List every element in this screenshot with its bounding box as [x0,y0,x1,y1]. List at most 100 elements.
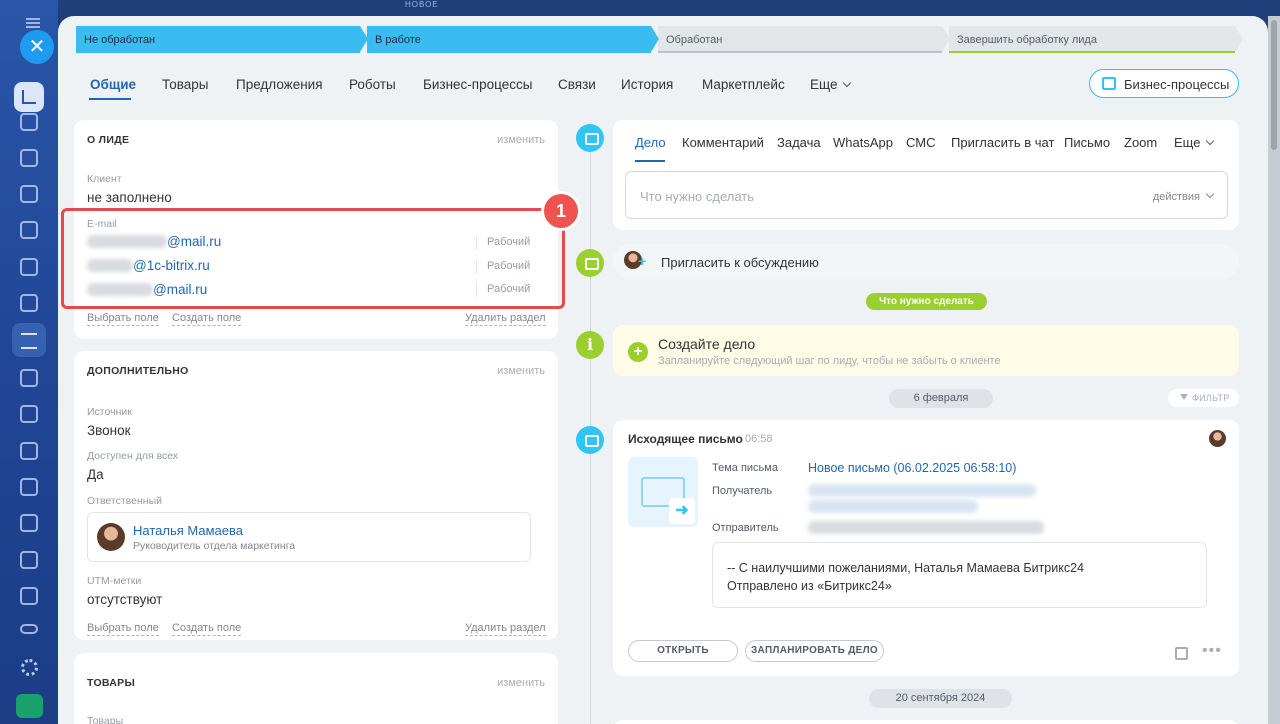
calendar-icon[interactable] [20,294,38,312]
documents-icon[interactable] [20,221,38,239]
chevron-down-icon [1206,136,1215,146]
note-icon[interactable] [1175,647,1188,660]
activity-editor: Дело Комментарий Задача WhatsApp СМС При… [613,120,1239,230]
invite-discussion[interactable]: + Пригласить к обсуждению [613,244,1239,279]
stage-in-work[interactable]: В работе [367,26,659,53]
id-card-icon[interactable] [20,514,38,532]
todo-placeholder: Что нужно сделать [640,189,754,204]
client-label: Клиент [87,173,122,185]
tab-goods[interactable]: Товары [162,77,208,92]
delete-section-link[interactable]: Удалить раздел [465,312,546,326]
mail-body: -- С наилучшими пожеланиями, Наталья Мам… [712,542,1207,608]
mail-title: Исходящее письмо [628,432,743,446]
activity-tab-more[interactable]: Еще [1174,135,1215,150]
store-icon[interactable] [20,405,38,423]
timeline-info-icon [576,331,604,359]
responsible-name[interactable]: Наталья Мамаева [133,523,243,538]
business-processes-button[interactable]: Бизнес-процессы [1089,69,1239,98]
scrollbar[interactable] [1268,16,1280,724]
tab-active-underline [89,98,131,100]
crm-lead-icon[interactable] [14,82,44,112]
target-icon[interactable] [20,442,38,460]
additional-card: ДОПОЛНИТЕЛЬНО изменить Источник Звонок Д… [74,351,558,640]
select-field-link[interactable]: Выбрать поле [87,622,159,636]
collapse-icon[interactable] [20,624,38,634]
create-activity-subtitle: Запланируйте следующий шаг по лиду, чтоб… [658,355,1001,367]
filter-button[interactable]: ФИЛЬТР [1168,389,1239,407]
create-activity-title: Создайте дело [658,336,756,352]
source-value: Звонок [87,423,131,438]
activity-tab-zoom[interactable]: Zoom [1124,135,1157,150]
tasks-icon[interactable] [20,113,38,131]
subject-value[interactable]: Новое письмо (06.02.2025 06:58:10) [808,461,1016,475]
responsible-user[interactable]: Наталья Мамаева Руководитель отдела марк… [87,512,531,562]
select-field-link[interactable]: Выбрать поле [87,312,159,326]
activity-tab-letter[interactable]: Письмо [1064,135,1110,150]
tab-general[interactable]: Общие [90,77,136,92]
tab-business-processes[interactable]: Бизнес-процессы [423,77,532,92]
create-field-link[interactable]: Создать поле [172,622,242,636]
menu-icon[interactable] [26,18,40,28]
activity-tab-sms[interactable]: СМС [906,135,935,150]
crm-funnel-icon[interactable] [12,323,46,357]
todo-actions[interactable]: действия [1153,191,1200,203]
chat-icon[interactable] [20,149,38,167]
tab-robots[interactable]: Роботы [349,77,396,92]
stage-finish[interactable]: Завершить обработку лида [949,26,1243,53]
open-button[interactable]: ОТКРЫТЬ [628,640,738,662]
recipient-value [808,484,1036,498]
plus-icon: + [638,253,647,269]
tab-offers[interactable]: Предложения [236,77,323,92]
lead-panel: Не обработан В работе Обработан Завершит… [58,16,1268,724]
drive-icon[interactable] [20,185,38,203]
tab-more-label: Еще [810,77,838,92]
stage-not-processed[interactable]: Не обработан [76,26,368,53]
timeline-chat-icon [576,249,604,277]
utm-label: UTM-метки [87,575,142,587]
activity-tab-invite-chat[interactable]: Пригласить в чат [951,135,1054,150]
activity-tab-whatsapp[interactable]: WhatsApp [833,135,893,150]
activity-tab-more-label: Еще [1174,135,1201,150]
about-lead-edit-link[interactable]: изменить [497,134,545,146]
tab-marketplace[interactable]: Маркетплейс [702,77,785,92]
client-value: не заполнено [87,190,172,205]
blurred-text [808,521,1044,534]
chevron-down-icon [843,78,852,88]
timeline-mail-icon [576,426,604,454]
mail-icon[interactable] [20,369,38,387]
close-slider-button[interactable]: ✕ [20,30,54,64]
todo-input[interactable]: Что нужно сделать действия [625,171,1228,219]
additional-edit-link[interactable]: изменить [497,365,545,377]
checklist-icon[interactable] [20,258,38,276]
app-sidebar: ✕ [0,0,58,724]
source-label: Источник [87,406,132,418]
plan-activity-button[interactable]: ЗАПЛАНИРОВАТЬ ДЕЛО [745,640,884,662]
mail-time: 06:58 [745,433,773,445]
goods-edit-link[interactable]: изменить [497,677,545,689]
date-separator: 6 февраля [889,389,993,408]
create-field-link[interactable]: Создать поле [172,312,242,326]
tab-links[interactable]: Связи [558,77,596,92]
stage-processed[interactable]: Обработан [658,26,950,53]
delete-section-link[interactable]: Удалить раздел [465,622,546,636]
file-icon[interactable] [20,587,38,605]
activity-tab-comment[interactable]: Комментарий [682,135,764,150]
gear-icon[interactable] [21,659,38,676]
tab-history[interactable]: История [621,77,673,92]
activity-tab-task[interactable]: Задача [777,135,821,150]
tab-more[interactable]: Еще [810,77,852,92]
business-process-icon [1102,77,1116,90]
avatar [97,523,125,551]
market-icon[interactable] [16,694,43,718]
additional-title: ДОПОЛНИТЕЛЬНО [87,365,189,377]
activity-tab-deal[interactable]: Дело [635,135,666,150]
create-activity[interactable]: + Создайте дело Запланируйте следующий ш… [613,325,1239,376]
todo-pill: Что нужно сделать [866,293,987,310]
pen-icon[interactable] [20,478,38,496]
avatar [1209,430,1226,447]
more-icon[interactable]: ••• [1202,642,1222,660]
invite-discussion-label: Пригласить к обсуждению [661,255,819,270]
activity-tab-underline [635,160,665,162]
timeline-activity-icon [576,124,604,152]
users-icon[interactable] [20,551,38,569]
